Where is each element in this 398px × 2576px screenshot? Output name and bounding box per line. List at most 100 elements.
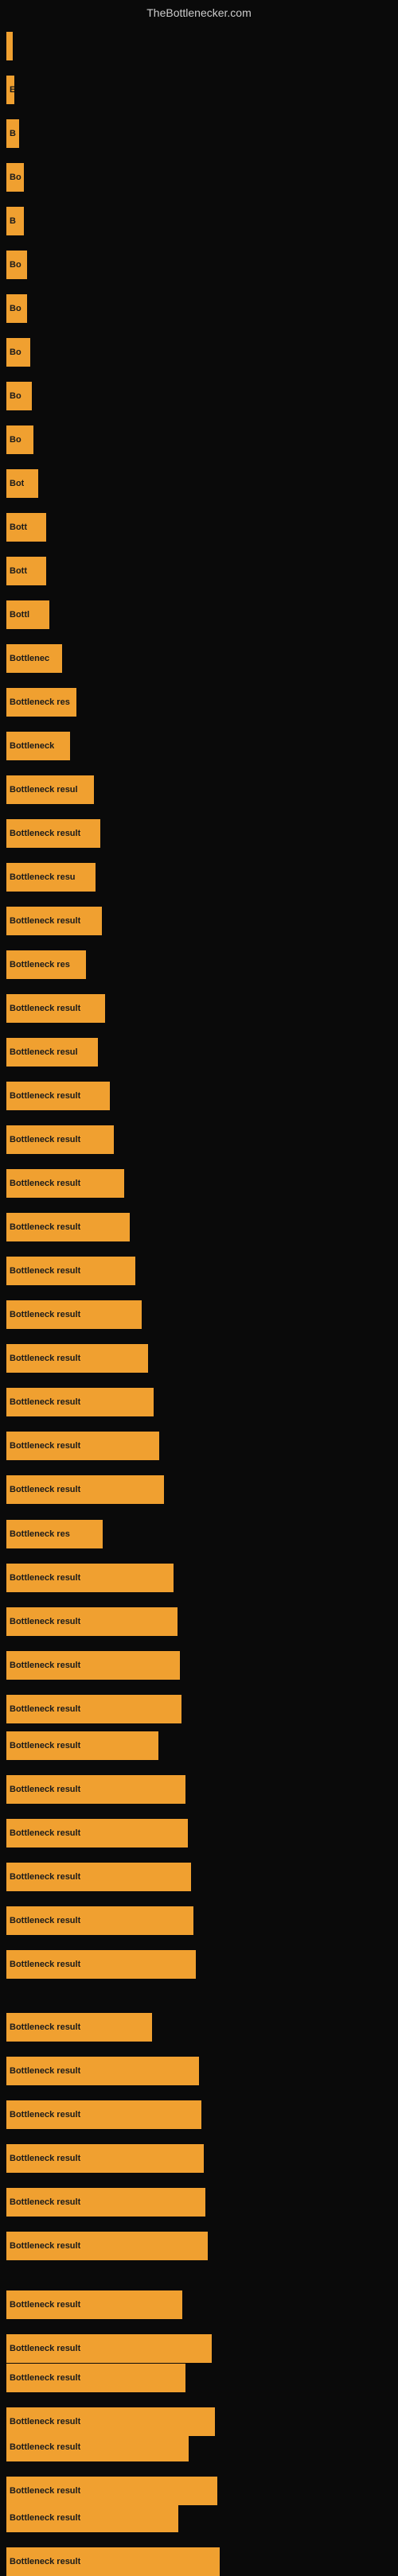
bar-item: Bottleneck result	[6, 994, 105, 1023]
bar-item: Bottleneck result	[6, 1082, 110, 1110]
bar-item: Bottleneck result	[6, 1651, 180, 1680]
bar-item: Bott	[6, 557, 46, 585]
bar-label: Bottleneck result	[10, 1222, 80, 1232]
bar-label: Bottleneck result	[10, 2022, 80, 2032]
bar-label: Bottleneck result	[10, 1872, 80, 1882]
bar-item: Bot	[6, 469, 38, 498]
bar-item: Bo	[6, 338, 30, 367]
bar-item: Bottleneck result	[6, 1300, 142, 1329]
bar-label: Bottleneck result	[10, 1573, 80, 1583]
bar-item: Bottleneck resul	[6, 1038, 98, 1067]
bar-label: Bottleneck result	[10, 1179, 80, 1188]
bar-label: Bottleneck result	[10, 1617, 80, 1626]
bar-item: Bottleneck resul	[6, 775, 94, 804]
bar-label: Bottleneck result	[10, 1354, 80, 1363]
bar-label: Bo	[10, 173, 21, 182]
bar-label: Bottleneck result	[10, 829, 80, 838]
bar-item: Bottleneck result	[6, 1169, 124, 1198]
bar-item: Bott	[6, 513, 46, 542]
bar-item: Bo	[6, 294, 27, 323]
bar-item: Bottleneck result	[6, 2013, 152, 2042]
bar-item: Bottleneck res	[6, 950, 86, 979]
bar-item: Bo	[6, 382, 32, 410]
bar-label: Bottleneck result	[10, 2154, 80, 2163]
bar-item: Bottleneck resu	[6, 863, 96, 892]
bar-item: Bottleneck result	[6, 1731, 158, 1760]
bar-item: Bottleneck result	[6, 1344, 148, 1373]
bar-label: Bottleneck result	[10, 1741, 80, 1750]
bar-item: Bottleneck result	[6, 2144, 204, 2173]
bar-label: Bottleneck result	[10, 1310, 80, 1319]
bar-label: Bottleneck	[10, 741, 54, 751]
bar-label: Bottleneck result	[10, 1828, 80, 1838]
bar-label: Bottlenec	[10, 654, 49, 663]
bar-item: Bottleneck result	[6, 1564, 174, 1592]
bar-label: Bottleneck result	[10, 1004, 80, 1013]
bar-label: Bottleneck result	[10, 1704, 80, 1714]
bar-label: Bottleneck result	[10, 1266, 80, 1276]
bar-item: Bottleneck result	[6, 819, 100, 848]
bar-item: Bottleneck result	[6, 2364, 185, 2392]
site-title: TheBottlenecker.com	[146, 6, 252, 19]
bar-label: Bo	[10, 304, 21, 313]
bar-label: Bottleneck result	[10, 1397, 80, 1407]
bar-label: Bottleneck res	[10, 697, 70, 707]
bar-label: Bottleneck res	[10, 960, 70, 969]
bar-item: Bottleneck result	[6, 1950, 196, 1979]
bar-label: Bo	[10, 348, 21, 357]
bar-item: Bottleneck result	[6, 2407, 215, 2436]
bar-label: Bottleneck resul	[10, 785, 78, 795]
bar-item: Bottlenec	[6, 644, 62, 673]
bar-item: Bottleneck result	[6, 907, 102, 935]
bar-item: Bottleneck result	[6, 2547, 220, 2576]
bar-label: Bottleneck result	[10, 2442, 80, 2452]
bar-item: Bottleneck result	[6, 2334, 212, 2363]
bar-item: Bottl	[6, 600, 49, 629]
bar-item: Bottleneck res	[6, 688, 76, 717]
bar-item: Bottleneck result	[6, 2188, 205, 2217]
bar-item: Bottleneck result	[6, 2290, 182, 2319]
bar-item: Bo	[6, 163, 24, 192]
bar-label: Bottl	[10, 610, 29, 620]
bar-item: Bottleneck result	[6, 1863, 191, 1891]
bar-item: Bottleneck result	[6, 2504, 178, 2532]
bar-item: Bottleneck res	[6, 1520, 103, 1548]
bar-label: Bottleneck result	[10, 916, 80, 926]
bar-label: Bo	[10, 260, 21, 270]
bar-item: Bottleneck result	[6, 1432, 159, 1460]
bar-label: Bottleneck result	[10, 1661, 80, 1670]
bar-label: Bottleneck result	[10, 1785, 80, 1794]
bar-label: Bott	[10, 523, 27, 532]
bar-item: E	[6, 76, 14, 104]
bar-label: Bottleneck result	[10, 1960, 80, 1969]
bar-label: Bottleneck resul	[10, 1047, 78, 1057]
bar-item: Bottleneck result	[6, 1775, 185, 1804]
bar-label: B	[10, 216, 16, 226]
bar-label: Bo	[10, 391, 21, 401]
bar-label: Bottleneck result	[10, 2486, 80, 2496]
bar-label: Bottleneck result	[10, 2241, 80, 2251]
bar-item: Bottleneck result	[6, 2433, 189, 2461]
bar-label: Bot	[10, 479, 24, 488]
bar-item: Bottleneck result	[6, 1607, 178, 1636]
bar-label: Bo	[10, 435, 21, 445]
bar-label: Bottleneck result	[10, 2557, 80, 2566]
bar-item: Bottleneck result	[6, 1475, 164, 1504]
bar-label: Bott	[10, 566, 27, 576]
bar-label: Bottleneck result	[10, 1441, 80, 1451]
bar-item: B	[6, 119, 19, 148]
bar-label: Bottleneck res	[10, 1529, 70, 1539]
bar-item: B	[6, 207, 24, 235]
bar-label: Bottleneck result	[10, 2110, 80, 2119]
bar-item: Bottleneck result	[6, 2232, 208, 2260]
bar-label: Bottleneck result	[10, 1135, 80, 1144]
bar-item: Bottleneck result	[6, 1257, 135, 1285]
bar-item: Bo	[6, 425, 33, 454]
bar-item: Bo	[6, 251, 27, 279]
bar-item: Bottleneck result	[6, 2477, 217, 2505]
bar-label: Bottleneck result	[10, 1091, 80, 1101]
bar-label: Bottleneck result	[10, 1485, 80, 1494]
bar-label: B	[10, 129, 16, 138]
bar-label: Bottleneck result	[10, 2417, 80, 2426]
bar-item: Bottleneck result	[6, 1213, 130, 1241]
